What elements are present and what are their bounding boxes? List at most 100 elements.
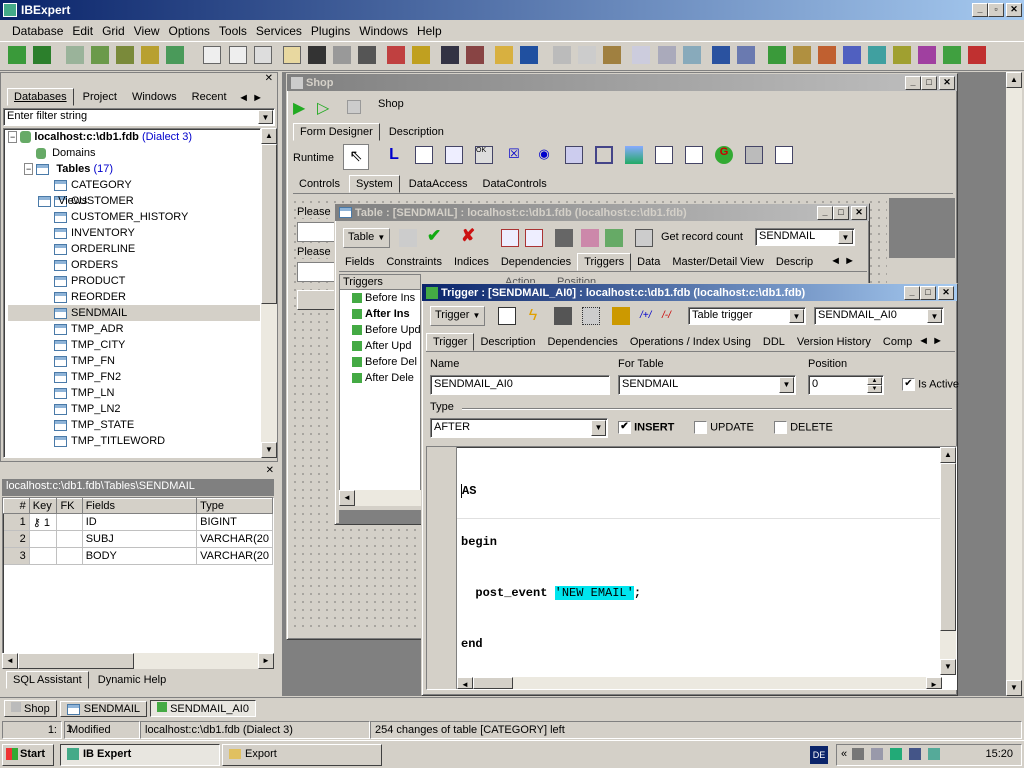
copy-icon[interactable]: [578, 46, 597, 64]
trigger-node-5[interactable]: After Dele: [344, 370, 420, 386]
trigger-type-combo[interactable]: AFTER ▼: [430, 418, 608, 438]
commit-icon[interactable]: ✔: [427, 226, 441, 246]
tab-windows[interactable]: Windows: [126, 89, 183, 105]
minimize-button[interactable]: _: [904, 286, 920, 300]
spin-tool-icon[interactable]: [655, 146, 673, 164]
tab-controls[interactable]: Controls: [293, 176, 346, 192]
tab-dependencies[interactable]: Dependencies: [541, 334, 623, 350]
backup-icon[interactable]: [466, 46, 485, 64]
maximize-button[interactable]: □: [920, 286, 936, 300]
minimize-button[interactable]: _: [972, 3, 988, 17]
delete-checkbox[interactable]: DELETE: [774, 421, 833, 434]
sql-editor-icon[interactable]: [307, 46, 326, 64]
tree-table-tmp_fn2[interactable]: TMP_FN2: [8, 369, 260, 385]
trigger-kind-combo[interactable]: Table trigger ▼: [688, 307, 806, 325]
table-menu-button[interactable]: Table ▼: [343, 228, 391, 248]
taskbar-item-export[interactable]: Export: [222, 744, 382, 766]
print-preview-icon[interactable]: [253, 46, 272, 64]
edit-icon[interactable]: [635, 229, 653, 247]
table-row[interactable]: 3 BODY VARCHAR(20: [3, 547, 273, 565]
tab-trigger[interactable]: Trigger: [426, 333, 475, 351]
tab-recent[interactable]: Recent: [186, 89, 233, 105]
col-key[interactable]: Key: [28, 498, 58, 514]
close-button[interactable]: ✕: [939, 76, 955, 90]
run-icon[interactable]: ▶: [293, 98, 305, 118]
settings-icon[interactable]: [581, 229, 599, 247]
tree-table-tmp_city[interactable]: TMP_CITY: [8, 337, 260, 353]
new-table-icon[interactable]: [767, 46, 786, 64]
tree-server-node[interactable]: − localhost:c:\db1.fdb (Dialect 3): [8, 129, 260, 145]
code-editor[interactable]: AS begin post_event 'NEW EMAIL'; end ▲ ▼…: [426, 446, 957, 690]
tab-databases[interactable]: Databases: [7, 88, 74, 106]
menu-view[interactable]: View: [134, 24, 160, 38]
trigger-node-0[interactable]: Before Ins: [344, 290, 420, 306]
checkbox-unchecked[interactable]: [774, 421, 787, 434]
new-role-icon[interactable]: [968, 46, 987, 64]
tray-db-icon[interactable]: [928, 748, 941, 761]
panel-tool-icon[interactable]: [595, 146, 613, 164]
tree-scrollbar[interactable]: ▲ ▼: [261, 128, 277, 458]
trigger-tree-hscroll[interactable]: ◄: [339, 490, 421, 506]
radio-tool-icon[interactable]: ◉: [535, 146, 553, 164]
tree-table-tmp_titleword[interactable]: TMP_TITLEWORD: [8, 433, 260, 449]
close-button[interactable]: ✕: [851, 206, 867, 220]
register-db-icon[interactable]: [8, 46, 26, 64]
new-domain-icon[interactable]: [943, 46, 962, 64]
form-edit-1[interactable]: [297, 222, 337, 242]
lock-icon[interactable]: [612, 307, 630, 325]
compare-icon[interactable]: [736, 46, 755, 64]
lightning-icon[interactable]: ϟ: [524, 307, 542, 325]
window-tool-icon[interactable]: [745, 146, 763, 164]
form-edit-2[interactable]: [297, 262, 337, 282]
trigger-menu-button[interactable]: Trigger ▼: [430, 306, 486, 326]
tab-datacontrols[interactable]: DataControls: [477, 176, 553, 192]
new-view-icon[interactable]: [792, 46, 811, 64]
chevron-down-icon[interactable]: ▼: [591, 420, 606, 436]
new-udf-icon[interactable]: [918, 46, 937, 64]
lightning-icon[interactable]: [399, 229, 417, 247]
rollback-icon[interactable]: ✘: [461, 226, 475, 246]
new-document-icon[interactable]: [203, 46, 222, 64]
trigger-name-field[interactable]: SENDMAIL_AI0: [430, 375, 610, 395]
label-tool-icon[interactable]: L: [385, 146, 403, 164]
col-fields[interactable]: Fields: [81, 498, 198, 514]
comment-icon[interactable]: /+/: [640, 310, 651, 321]
print-icon[interactable]: [555, 229, 573, 247]
tab-form-designer[interactable]: Form Designer: [293, 123, 380, 141]
find-next-icon[interactable]: [657, 46, 676, 64]
sql-monitor-icon[interactable]: [332, 46, 351, 64]
close-icon[interactable]: ✕: [266, 465, 274, 476]
tree-tables[interactable]: − Tables (17): [8, 161, 260, 177]
tree-table-reorder[interactable]: REORDER: [8, 289, 260, 305]
tree-table-tmp_adr[interactable]: TMP_ADR: [8, 321, 260, 337]
edit-tool-icon[interactable]: [415, 146, 433, 164]
col-type[interactable]: Type: [196, 498, 273, 514]
tree-table-tmp_ln[interactable]: TMP_LN: [8, 385, 260, 401]
tab-version-history[interactable]: Version History: [791, 334, 877, 350]
print-icon[interactable]: [357, 46, 376, 64]
col-fk[interactable]: FK: [56, 498, 83, 514]
menu-edit[interactable]: Edit: [72, 24, 93, 38]
tab-scroll-arrows[interactable]: ◄ ►: [824, 253, 861, 269]
tab-master-detail-view[interactable]: Master/Detail View: [666, 254, 770, 270]
disconnect-icon[interactable]: [91, 46, 110, 64]
uncomment-icon[interactable]: /-/: [662, 310, 671, 321]
tab-dynamic-help[interactable]: Dynamic Help: [92, 672, 172, 688]
button-tool-icon[interactable]: OK: [475, 146, 493, 164]
export-icon[interactable]: [166, 46, 185, 64]
memo-tool-icon[interactable]: [445, 146, 463, 164]
tree-table-tmp_fn[interactable]: TMP_FN: [8, 353, 260, 369]
tree-table-tmp_state[interactable]: TMP_STATE: [8, 417, 260, 433]
close-icon[interactable]: ✕: [265, 73, 273, 84]
tree-table-category[interactable]: CATEGORY: [8, 177, 260, 193]
table-name-combo[interactable]: SENDMAIL ▼: [755, 228, 855, 246]
copy-document-icon[interactable]: [228, 46, 247, 64]
date-tool-icon[interactable]: [685, 146, 703, 164]
tree-domains[interactable]: Domains: [8, 145, 260, 161]
col-num[interactable]: #: [3, 498, 30, 514]
sort-icon[interactable]: [711, 46, 730, 64]
save-icon[interactable]: [520, 46, 539, 64]
script-icon[interactable]: [282, 46, 301, 64]
new-trigger-icon[interactable]: [842, 46, 861, 64]
print-data-icon[interactable]: [501, 229, 519, 247]
